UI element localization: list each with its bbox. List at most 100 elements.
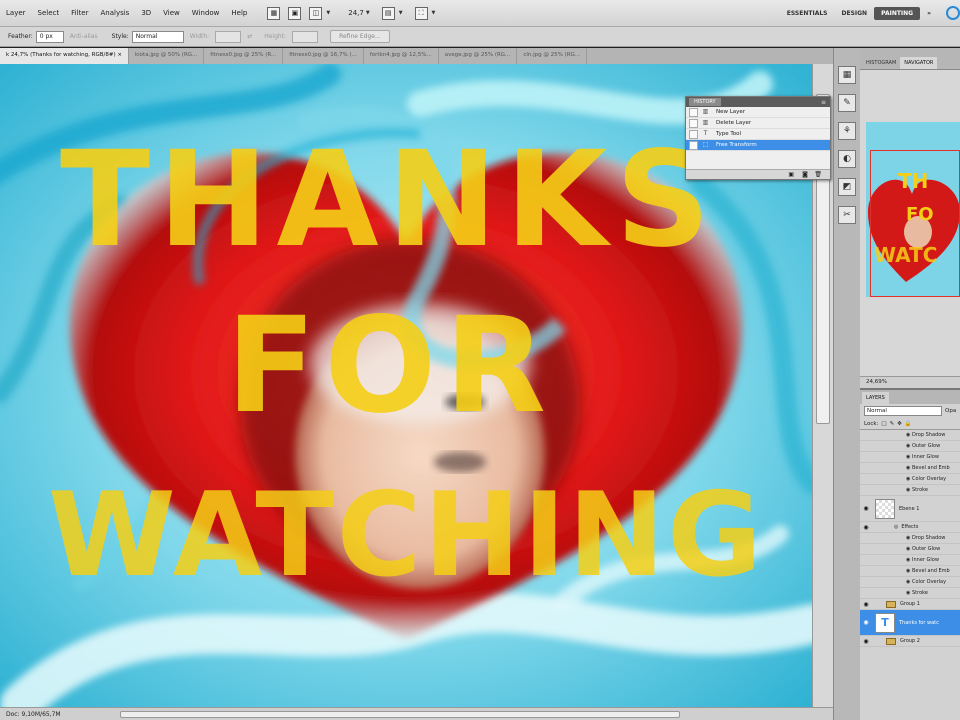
layer-effect-row[interactable]: ◉ Stroke [860,588,960,599]
eye-icon[interactable]: ◉ [906,432,910,438]
chevron-down-icon[interactable]: ▼ [399,10,403,16]
horizontal-scrollbar-thumb[interactable] [120,711,680,718]
navigator-zoom[interactable]: 24,69% [860,376,960,388]
layer-effect-row[interactable]: ◉ Drop Shadow [860,430,960,441]
arrange-documents-icon[interactable]: ▤ [381,6,395,20]
workspace-design[interactable]: DESIGN [835,7,875,20]
zoom-level[interactable]: 24,7 [348,9,364,17]
lock-all-icon[interactable]: 🔒 [905,421,912,427]
chevron-down-icon[interactable]: ▼ [366,10,370,16]
layer-effect-row[interactable]: ◉ Color Overlay [860,474,960,485]
history-source-checkbox[interactable] [689,118,698,128]
trash-icon[interactable]: 🗑 [814,171,822,178]
menu-help[interactable]: Help [225,9,253,17]
document-tab[interactable]: avege.jpg @ 25% (RG... [439,48,518,64]
masks-icon[interactable]: ◩ [838,178,856,196]
menu-3d[interactable]: 3D [135,9,157,17]
layer-row-selected[interactable]: ◉ T Thanks for watc [860,610,960,636]
history-tab[interactable]: HISTORY [689,98,721,106]
zoom-icon[interactable]: ◫ [309,6,323,20]
lock-pixels-icon[interactable]: ✎ [890,421,895,427]
layer-effects-row[interactable]: ◉ ◎ Effects [860,522,960,533]
history-item[interactable]: ▥ New Layer [686,107,830,118]
eye-icon[interactable]: ◉ [860,601,872,608]
menu-analysis[interactable]: Analysis [94,9,135,17]
history-source-checkbox[interactable] [689,107,698,117]
history-source-checkbox[interactable] [689,129,698,139]
document-tab[interactable]: cln.jpg @ 25% (RG... [517,48,588,64]
cs-live-icon[interactable] [946,6,960,20]
mini-bridge-icon[interactable]: ▦ [267,6,281,20]
feather-input[interactable]: 0 px [35,30,64,43]
document-tab[interactable]: fortkn4.jpg @ 12,5%... [364,48,439,64]
eye-icon[interactable]: ◉ [860,619,872,626]
menu-filter[interactable]: Filter [65,9,94,17]
history-source-checkbox[interactable] [689,140,698,150]
layer-effect-row[interactable]: ◉ Inner Glow [860,555,960,566]
chevron-down-icon[interactable]: ▼ [432,10,436,16]
layer-group-row[interactable]: ◉ Group 2 [860,636,960,647]
screen-mode-icon[interactable]: ⛶ [414,6,428,20]
history-item[interactable]: T Type Tool [686,129,830,140]
new-snapshot-icon[interactable]: ◙ [802,171,808,178]
document-tab[interactable]: fitness0.jpg @ 25% (R... [204,48,284,64]
layer-effect-row[interactable]: ◉ Bevel and Emb [860,566,960,577]
eye-icon[interactable]: ◉ [906,557,910,563]
refine-edge-button[interactable]: Refine Edge... [330,30,390,43]
workspace-painting[interactable]: PAINTING [874,6,921,20]
style-select[interactable]: Normal [131,30,184,43]
menu-window[interactable]: Window [186,9,226,17]
eye-icon[interactable]: ◉ [860,638,872,645]
eye-icon[interactable]: ◉ [906,487,910,493]
tab-histogram[interactable]: HISTOGRAM [862,57,900,69]
layer-group-row[interactable]: ◉ Group 1 [860,599,960,610]
layer-effect-row[interactable]: ◉ Bevel and Emb [860,463,960,474]
navigator-view-box[interactable] [870,150,960,297]
menu-layer[interactable]: Layer [0,9,32,17]
navigator-preview[interactable]: TH FO WATC [866,122,960,372]
document-tab-active[interactable]: k 24,7% (Thanks for watching, RGB/8#) × [0,48,129,64]
layer-row[interactable]: ◉ Ebene 1 [860,496,960,522]
new-document-from-state-icon[interactable]: ▣ [788,171,794,178]
eye-icon[interactable]: ◉ [906,443,910,449]
swatches-icon[interactable]: ▦ [838,66,856,84]
brush-presets-icon[interactable]: ✎ [838,94,856,112]
eye-icon[interactable]: ◉ [906,476,910,482]
chevron-down-icon[interactable]: ▼ [326,10,330,16]
layer-effect-row[interactable]: ◉ Outer Glow [860,441,960,452]
lock-position-icon[interactable]: ✥ [897,421,902,427]
eye-icon[interactable]: ◉ [906,579,910,585]
eye-icon[interactable]: ◉ [906,465,910,471]
menu-view[interactable]: View [157,9,186,17]
eye-icon[interactable]: ◉ [906,454,910,460]
tab-navigator[interactable]: NAVIGATOR [900,57,938,69]
layer-effect-row[interactable]: ◉ Inner Glow [860,452,960,463]
eye-icon[interactable]: ◉ [906,546,910,552]
document-tab[interactable]: kiota.jpg @ 50% (RG... [129,48,205,64]
adjustments-icon[interactable]: ◐ [838,150,856,168]
more-workspaces-icon[interactable]: » [920,7,938,20]
layer-effect-row[interactable]: ◉ Drop Shadow [860,533,960,544]
clone-source-icon[interactable]: ⚘ [838,122,856,140]
panel-menu-icon[interactable]: ≡ [821,99,826,106]
eye-icon[interactable]: ◉ [906,590,910,596]
layer-effect-row[interactable]: ◉ Stroke [860,485,960,496]
document-tab[interactable]: fitness0.jpg @ 16,7% (... [283,48,364,64]
history-item-active[interactable]: ⬚ Free Transform [686,140,830,151]
tools-icon[interactable]: ✂ [838,206,856,224]
layer-effect-row[interactable]: ◉ Color Overlay [860,577,960,588]
width-input[interactable] [215,30,242,43]
eye-icon[interactable]: ◉ [906,535,910,541]
view-extras-icon[interactable]: ▣ [288,6,302,20]
tab-layers[interactable]: LAYERS [862,392,889,404]
eye-icon[interactable]: ◉ [860,505,872,512]
menu-select[interactable]: Select [32,9,66,17]
eye-icon[interactable]: ◉ [906,568,910,574]
anti-alias-checkbox[interactable]: Anti-alias [70,33,98,40]
swap-icon[interactable]: ⇄ [247,33,252,40]
doc-size-readout[interactable]: Doc: 9,10M/65,7M [6,711,61,718]
history-item[interactable]: ▥ Delete Layer [686,118,830,129]
layer-effect-row[interactable]: ◉ Outer Glow [860,544,960,555]
blend-mode-select[interactable]: Normal [864,406,942,416]
workspace-essentials[interactable]: ESSENTIALS [780,7,835,20]
